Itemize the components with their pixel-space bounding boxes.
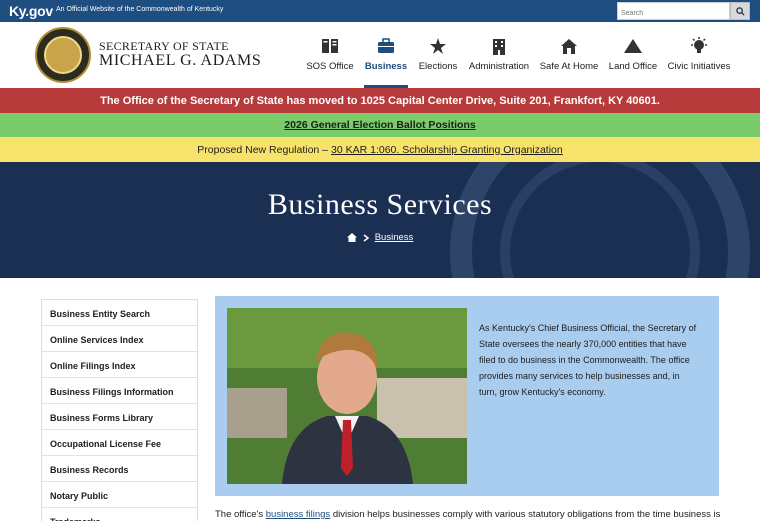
body-paragraph: The office's business filings division h…	[215, 509, 735, 520]
site-header: SECRETARY OF STATE MICHAEL G. ADAMS SOS …	[0, 22, 760, 88]
breadcrumb: Business	[0, 232, 760, 243]
nav-elections[interactable]: Elections	[417, 22, 459, 88]
sidebar-item-occupational-license-fee[interactable]: Occupational License Fee	[42, 430, 197, 456]
lightbulb-icon	[691, 37, 707, 53]
nav-label: Elections	[418, 61, 458, 72]
ballot-star-icon	[430, 38, 446, 54]
alert-ballot-positions-link[interactable]: 2026 General Election Ballot Positions	[0, 113, 760, 137]
intro-paragraph: As Kentucky's Chief Business Official, t…	[479, 323, 697, 397]
sidebar-item-trademarks[interactable]: Trademarks	[42, 508, 197, 521]
mountain-icon	[624, 39, 642, 53]
official-website-text: An Official Website of the Commonwealth …	[56, 6, 224, 13]
business-filings-link[interactable]: business filings	[266, 509, 330, 520]
nav-civic-initiatives[interactable]: Civic Initiatives	[667, 22, 731, 88]
nav-safe-at-home[interactable]: Safe At Home	[539, 22, 599, 88]
sidebar-nav: Business Entity Search Online Services I…	[41, 299, 198, 521]
nav-land-office[interactable]: Land Office	[608, 22, 658, 88]
secretary-of-state-seal[interactable]	[35, 27, 91, 83]
alert-proposed-regulation: Proposed New Regulation – 30 KAR 1:060. …	[0, 137, 760, 162]
kygov-top-bar: Ky.gov An Official Website of the Common…	[0, 0, 760, 22]
sidebar-item-online-services-index[interactable]: Online Services Index	[42, 326, 197, 352]
house-icon	[561, 38, 577, 54]
body-suffix: division helps businesses comply with va…	[332, 509, 721, 520]
regulation-link[interactable]: 30 KAR 1:060. Scholarship Granting Organ…	[331, 144, 563, 156]
nav-label: SOS Office	[306, 61, 354, 72]
nav-label: Business	[364, 61, 408, 72]
official-name[interactable]: MICHAEL G. ADAMS	[99, 52, 261, 70]
nav-administration[interactable]: Administration	[468, 22, 530, 88]
sidebar-item-business-forms-library[interactable]: Business Forms Library	[42, 404, 197, 430]
kygov-logo[interactable]: Ky.gov	[9, 3, 53, 19]
nav-label: Safe At Home	[539, 61, 599, 72]
sidebar-item-business-filings-information[interactable]: Business Filings Information	[42, 378, 197, 404]
nav-label: Administration	[468, 61, 530, 72]
chevron-right-icon	[363, 233, 369, 242]
intro-panel: As Kentucky's Chief Business Official, t…	[215, 296, 719, 496]
sidebar-item-notary-public[interactable]: Notary Public	[42, 482, 197, 508]
sidebar-item-business-entity-search[interactable]: Business Entity Search	[42, 300, 197, 326]
briefcase-icon	[378, 38, 394, 53]
regulation-prefix: Proposed New Regulation –	[197, 143, 329, 156]
sidebar-item-online-filings-index[interactable]: Online Filings Index	[42, 352, 197, 378]
building-icon	[493, 38, 505, 55]
home-icon[interactable]	[346, 233, 357, 242]
search-input[interactable]	[617, 2, 730, 20]
nav-label: Civic Initiatives	[667, 61, 731, 72]
search-button[interactable]	[730, 2, 750, 20]
nav-business[interactable]: Business	[364, 22, 408, 88]
search-icon	[735, 6, 745, 16]
secretary-portrait-photo	[227, 308, 467, 484]
nav-sos-office[interactable]: SOS Office	[305, 22, 355, 88]
breadcrumb-business[interactable]: Business	[375, 232, 414, 243]
page-title: Business Services	[267, 188, 493, 221]
alert-office-moved: The Office of the Secretary of State has…	[0, 88, 760, 113]
nav-label: Land Office	[608, 61, 658, 72]
book-icon	[322, 39, 338, 53]
hero-banner: Business Services Business	[0, 162, 760, 278]
body-prefix: The office's	[215, 509, 264, 520]
sidebar-item-business-records[interactable]: Business Records	[42, 456, 197, 482]
